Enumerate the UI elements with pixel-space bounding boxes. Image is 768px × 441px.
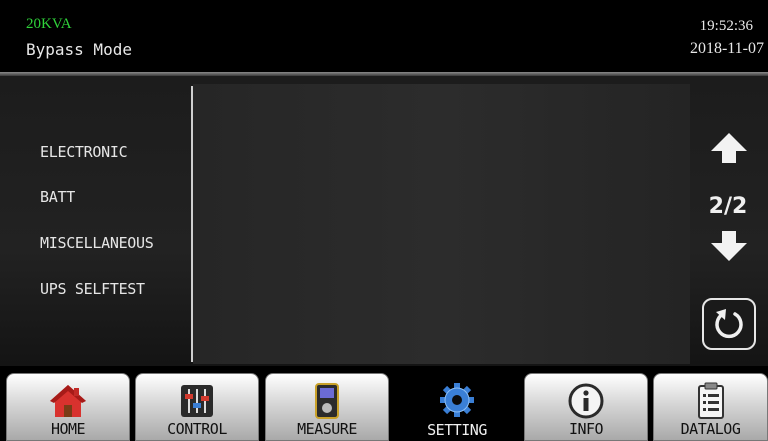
meter-icon [315,383,339,419]
clipboard-icon [697,382,724,419]
settings-menu-list: ELECTRONIC BATT MISCELLANEOUS UPS SELFTE… [0,76,192,366]
nav-control-label: CONTROL [167,420,227,438]
menu-item-ups-selftest[interactable]: UPS SELFTEST [40,280,145,298]
clock-date: 2018-11-07 [689,40,764,57]
gear-icon [440,383,474,417]
settings-main-area: ELECTRONIC BATT MISCELLANEOUS UPS SELFTE… [0,76,768,366]
refresh-button[interactable] [702,298,756,350]
settings-content-pane [193,84,690,364]
nav-measure-button[interactable]: MEASURE [265,373,389,441]
nav-home-button[interactable]: HOME [6,373,130,441]
nav-info-button[interactable]: INFO [524,373,648,441]
menu-item-miscellaneous[interactable]: MISCELLANEOUS [40,234,154,252]
nav-datalog-label: DATALOG [680,420,741,438]
pager-panel: 2/2 [690,76,768,366]
arrow-down-icon [711,231,747,261]
operating-mode-label: Bypass Mode [26,40,132,59]
nav-info-label: INFO [568,420,604,438]
refresh-icon [715,309,743,339]
clock-time: 19:52:36 [699,18,753,34]
page-down-button[interactable] [702,226,756,266]
nav-control-button[interactable]: CONTROL [135,373,259,441]
menu-item-electronic[interactable]: ELECTRONIC [40,143,128,161]
nav-home-label: HOME [50,420,86,438]
page-indicator: 2/2 [708,194,748,219]
info-icon [568,383,604,419]
home-icon [50,385,86,417]
nav-datalog-button[interactable]: DATALOG [653,373,768,441]
ups-model-label: 20KVA [26,16,72,32]
sliders-icon [181,385,213,417]
menu-item-batt[interactable]: BATT [40,188,75,206]
nav-setting-button[interactable]: SETTING [395,373,519,441]
status-header: 20KVA Bypass Mode 19:52:36 2018-11-07 [0,0,768,72]
nav-measure-label: MEASURE [297,420,357,438]
nav-setting-label: SETTING [427,421,487,439]
arrow-up-icon [711,133,747,163]
page-up-button[interactable] [702,128,756,168]
bottom-navigation: HOME CONTROL MEASURE SETTING INFO DATALO… [0,366,768,441]
